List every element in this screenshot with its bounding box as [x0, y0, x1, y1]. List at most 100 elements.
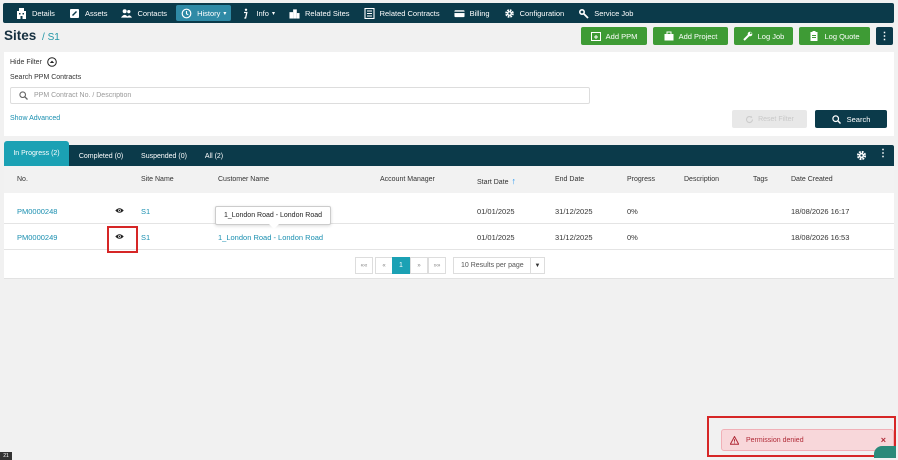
breadcrumb: / S1: [42, 32, 60, 43]
clipboard-icon: [809, 31, 819, 41]
nav-related-contracts-label: Related Contracts: [379, 8, 440, 18]
log-quote-label: Log Quote: [824, 31, 860, 41]
nav-billing[interactable]: Billing: [449, 5, 495, 21]
row-no-link[interactable]: PM0000249: [17, 233, 57, 242]
info-icon: [240, 8, 251, 19]
gear-icon[interactable]: [856, 150, 867, 161]
chevron-down-icon: ▾: [223, 10, 227, 17]
chevron-down-icon: ▼: [530, 258, 544, 273]
table-row: PM0000249 S1 1_London Road - London Road…: [4, 224, 894, 253]
show-advanced-link[interactable]: Show Advanced: [10, 115, 60, 122]
nav-contacts[interactable]: Contacts: [116, 5, 172, 21]
log-job-button[interactable]: Log Job: [734, 27, 793, 45]
add-ppm-button[interactable]: Add PPM: [581, 27, 647, 45]
per-page-value: 10 Results per page: [461, 262, 524, 269]
nav-assets-label: Assets: [84, 8, 108, 18]
col-tags[interactable]: Tags: [753, 176, 768, 183]
search-box: [10, 87, 590, 104]
filter-panel: Hide Filter Search PPM Contracts Show Ad…: [4, 52, 894, 136]
page-first-button[interactable]: ««: [355, 257, 373, 274]
nav-info-label: Info: [256, 8, 269, 18]
add-project-label: Add Project: [678, 31, 718, 41]
search-icon: [831, 114, 841, 124]
error-toast: Permission denied ×: [721, 429, 894, 451]
nav-configuration-label: Configuration: [519, 8, 565, 18]
nav-service-job-label: Service Job: [594, 8, 634, 18]
hide-filter-toggle[interactable]: Hide Filter: [10, 57, 57, 67]
contracts-icon: [364, 7, 375, 19]
breadcrumb-site[interactable]: S1: [48, 32, 60, 43]
top-nav: Details Assets Contacts History ▾ Info ▾…: [3, 3, 894, 23]
briefcase-icon: [664, 31, 674, 41]
col-customer-name[interactable]: Customer Name: [218, 176, 269, 183]
row-date-created: 18/08/2026 16:17: [791, 207, 850, 216]
row-end-date: 31/12/2025: [555, 233, 593, 242]
refresh-icon: [745, 115, 754, 124]
wrench-icon: [742, 31, 753, 41]
search-button[interactable]: Search: [815, 110, 887, 128]
results-panel: In Progress (2) Completed (0) Suspended …: [4, 141, 894, 279]
kebab-icon: ⋮: [879, 30, 890, 42]
row-end-date: 31/12/2025: [555, 207, 593, 216]
toast-message: Permission denied: [746, 436, 804, 444]
col-date-created[interactable]: Date Created: [791, 176, 833, 183]
eye-highlight-box: [107, 226, 138, 253]
sites-icon: [289, 8, 300, 19]
tab-completed[interactable]: Completed (0): [70, 147, 132, 166]
close-icon[interactable]: ×: [881, 435, 886, 445]
col-start-date[interactable]: Start Date ↑: [477, 176, 516, 186]
per-page-select[interactable]: 10 Results per page ▼: [453, 257, 545, 274]
nav-history[interactable]: History ▾: [176, 5, 232, 21]
row-no-link[interactable]: PM0000248: [17, 207, 57, 216]
page-next-button[interactable]: »: [410, 257, 428, 274]
nav-service-job[interactable]: Service Job: [573, 5, 638, 21]
nav-details[interactable]: Details: [11, 5, 60, 21]
kebab-icon[interactable]: ⋮: [878, 148, 888, 159]
row-customer-link[interactable]: 1_London Road - London Road: [218, 233, 323, 242]
tab-in-progress[interactable]: In Progress (2): [4, 141, 69, 166]
eye-icon[interactable]: [115, 206, 124, 215]
search-icon: [19, 91, 28, 100]
asset-icon: [69, 8, 80, 19]
gear-icon: [504, 8, 515, 19]
nav-billing-label: Billing: [469, 8, 490, 18]
nav-related-sites[interactable]: Related Sites: [284, 5, 355, 21]
col-progress[interactable]: Progress: [627, 176, 655, 183]
log-quote-button[interactable]: Log Quote: [799, 27, 870, 45]
reset-filter-label: Reset Filter: [758, 115, 794, 123]
billing-icon: [454, 8, 465, 19]
tab-suspended[interactable]: Suspended (0): [134, 147, 194, 166]
row-site-link[interactable]: S1: [141, 207, 150, 216]
col-description[interactable]: Description: [684, 176, 719, 183]
col-account-manager[interactable]: Account Manager: [380, 176, 435, 183]
row-date-created: 18/08/2026 16:53: [791, 233, 850, 242]
calendar-plus-icon: [590, 31, 601, 41]
table-header: No. Site Name Customer Name Account Mana…: [4, 166, 894, 193]
warning-icon: [730, 435, 739, 445]
search-input[interactable]: [34, 92, 574, 99]
add-ppm-label: Add PPM: [605, 31, 638, 41]
row-progress: 0%: [627, 233, 638, 242]
page-current-button[interactable]: 1: [392, 257, 410, 274]
page-prev-button[interactable]: «: [375, 257, 393, 274]
service-icon: [578, 8, 589, 19]
history-icon: [181, 8, 192, 19]
customer-tooltip: 1_London Road - London Road: [215, 206, 331, 229]
chevron-down-icon: ▾: [271, 10, 275, 17]
reset-filter-button[interactable]: Reset Filter: [732, 110, 807, 128]
col-end-date[interactable]: End Date: [555, 176, 584, 183]
page-last-button[interactable]: »»: [428, 257, 446, 274]
nav-configuration[interactable]: Configuration: [499, 5, 570, 21]
tab-all[interactable]: All (2): [196, 147, 232, 166]
nav-info[interactable]: Info ▾: [235, 5, 280, 21]
row-site-link[interactable]: S1: [141, 233, 150, 242]
more-actions-button[interactable]: ⋮: [876, 27, 893, 45]
col-site-name[interactable]: Site Name: [141, 176, 174, 183]
nav-assets[interactable]: Assets: [64, 5, 113, 21]
nav-related-contracts[interactable]: Related Contracts: [359, 5, 445, 21]
chat-widget-button[interactable]: [874, 446, 896, 458]
nav-history-label: History: [197, 8, 221, 18]
add-project-button[interactable]: Add Project: [653, 27, 728, 45]
col-no[interactable]: No.: [17, 176, 28, 183]
page-title-text: Sites: [4, 28, 37, 43]
